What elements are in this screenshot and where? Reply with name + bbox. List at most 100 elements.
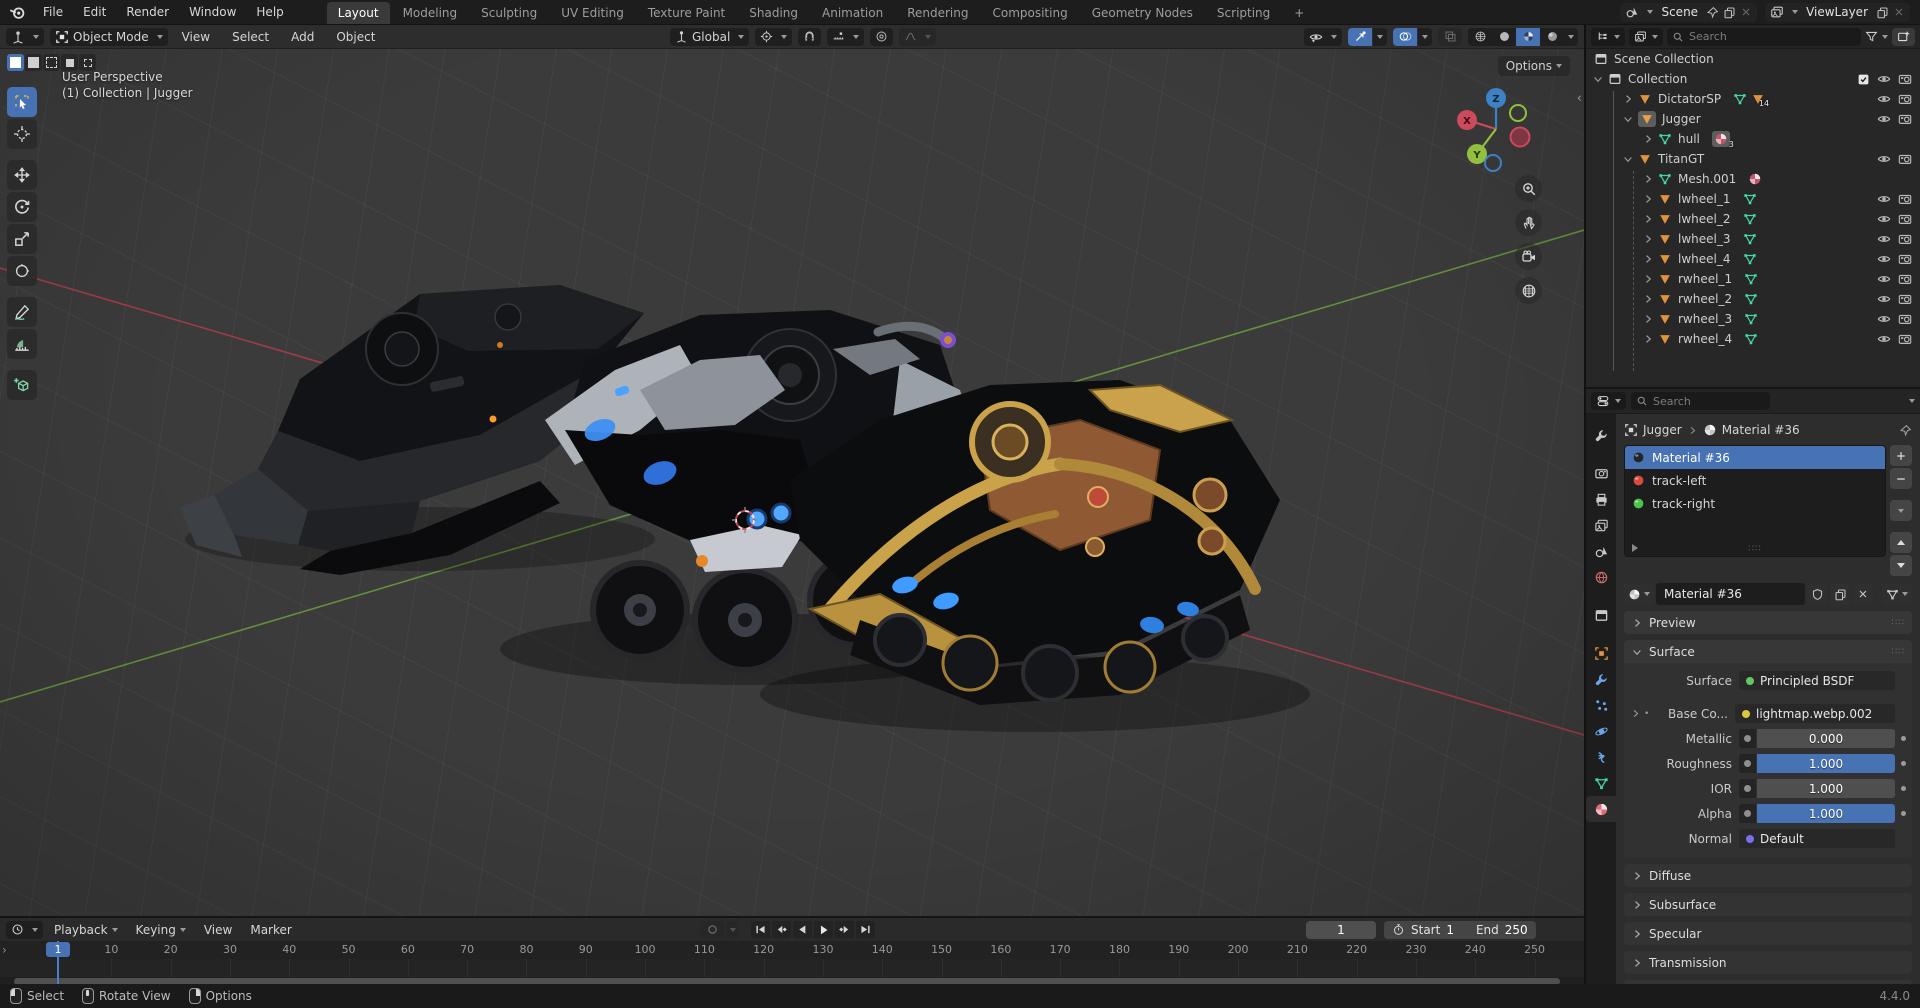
breadcrumb-object[interactable]: Jugger <box>1643 423 1682 437</box>
chevron-right-icon[interactable] <box>1642 173 1654 185</box>
workspace-tab-uv-editing[interactable]: UV Editing <box>550 2 635 24</box>
editor-type-button[interactable] <box>6 28 44 46</box>
camera-view-button[interactable] <box>1515 243 1542 270</box>
outliner-filter-mode-button[interactable] <box>1629 28 1663 46</box>
ior-slider[interactable]: 1.000 <box>1757 779 1895 798</box>
camera-visibility-icon[interactable] <box>1898 192 1912 206</box>
checkbox-checked-icon[interactable] <box>1857 73 1870 86</box>
tool-select-box[interactable] <box>7 87 37 117</box>
tab-particles[interactable] <box>1586 692 1616 718</box>
eye-icon[interactable] <box>1877 112 1891 126</box>
orientation-selector[interactable]: Global <box>670 28 749 46</box>
specular-panel-header[interactable]: Specular <box>1624 922 1912 945</box>
workspace-tab-scripting[interactable]: Scripting <box>1206 2 1281 24</box>
keyframe-dot[interactable] <box>1901 811 1906 816</box>
shading-wireframe-button[interactable] <box>1468 28 1492 46</box>
chevron-right-icon[interactable] <box>1642 273 1654 285</box>
menu-render[interactable]: Render <box>117 1 178 23</box>
properties-editor-type-button[interactable] <box>1591 392 1626 410</box>
chevron-down-icon[interactable] <box>1622 153 1634 165</box>
viewport-canvas[interactable]: User Perspective (1) Collection | Jugger… <box>0 49 1584 916</box>
tool-annotate[interactable] <box>7 297 37 327</box>
tab-world[interactable] <box>1586 564 1616 590</box>
timeline-editor-type-button[interactable] <box>6 921 43 939</box>
timeline-menu-marker[interactable]: Marker <box>243 920 298 940</box>
jump-to-start-button[interactable] <box>751 921 770 938</box>
slot-specials-button[interactable] <box>1890 500 1912 521</box>
gizmo-z-neg-axis[interactable] <box>1485 155 1501 171</box>
eye-icon[interactable] <box>1877 272 1891 286</box>
tool-move[interactable] <box>7 160 37 190</box>
surface-panel-header[interactable]: Surface ∷∷ <box>1624 640 1912 663</box>
outliner-search[interactable] <box>1667 28 1861 46</box>
chevron-right-icon[interactable] <box>1642 233 1654 245</box>
blender-logo-icon[interactable] <box>8 3 26 21</box>
metallic-slider[interactable]: 0.000 <box>1757 729 1895 748</box>
keyframe-dot[interactable] <box>1901 761 1906 766</box>
outliner-row-dictatorsp[interactable]: DictatorSP 14 <box>1586 89 1920 109</box>
eye-icon[interactable] <box>1877 72 1891 86</box>
outliner-search-input[interactable] <box>1687 29 1801 44</box>
viewport-menu-view[interactable]: View <box>174 27 218 47</box>
material-slot-active[interactable]: Material #36 <box>1625 446 1885 469</box>
falloff-button[interactable] <box>899 28 936 46</box>
tool-scale[interactable] <box>7 224 37 254</box>
subsurface-panel-header[interactable]: Subsurface <box>1624 893 1912 916</box>
viewport-menu-object[interactable]: Object <box>328 27 383 47</box>
workspace-tab-modeling[interactable]: Modeling <box>392 2 469 24</box>
mode-selector[interactable]: Object Mode <box>50 28 168 46</box>
chevron-right-icon[interactable] <box>1642 293 1654 305</box>
outliner-row-lwheel1[interactable]: lwheel_1 <box>1586 189 1920 209</box>
chevron-right-icon[interactable] <box>1642 333 1654 345</box>
camera-visibility-icon[interactable] <box>1898 212 1912 226</box>
tab-physics[interactable] <box>1586 718 1616 744</box>
eye-icon[interactable] <box>1877 252 1891 266</box>
timeline-expand-arrow[interactable]: › <box>2 943 7 957</box>
snap-toggle[interactable] <box>798 28 821 46</box>
unlink-material-button[interactable] <box>1853 583 1873 605</box>
chevron-down-icon[interactable] <box>1592 73 1604 85</box>
current-frame-badge[interactable]: 1 <box>46 942 70 957</box>
menu-help[interactable]: Help <box>247 1 292 23</box>
chevron-right-icon[interactable] <box>1622 93 1634 105</box>
shading-rendered-button[interactable] <box>1540 28 1564 46</box>
pan-button[interactable] <box>1515 209 1542 236</box>
normal-field[interactable]: Default <box>1739 829 1895 848</box>
socket-button[interactable] <box>1739 804 1756 823</box>
outliner-row-lwheel3[interactable]: lwheel_3 <box>1586 229 1920 249</box>
tool-transform[interactable] <box>7 256 37 286</box>
material-slot[interactable]: track-right <box>1625 492 1885 515</box>
socket-button[interactable] <box>1739 729 1756 748</box>
copy-icon[interactable] <box>1723 6 1736 19</box>
outliner-row-rwheel3[interactable]: rwheel_3 <box>1586 309 1920 329</box>
overlays-toggle[interactable] <box>1393 28 1417 46</box>
outliner-row-lwheel2[interactable]: lwheel_2 <box>1586 209 1920 229</box>
gizmo-y-neg-axis[interactable] <box>1510 105 1526 121</box>
select-mode-extend-button[interactable] <box>25 54 42 71</box>
keyframe-dot[interactable] <box>1901 786 1906 791</box>
outliner-row-jugger[interactable]: Jugger <box>1586 109 1920 129</box>
chevron-right-icon[interactable] <box>1642 313 1654 325</box>
tab-output[interactable] <box>1586 486 1616 512</box>
properties-search-input[interactable] <box>1651 394 1765 409</box>
camera-visibility-icon[interactable] <box>1898 292 1912 306</box>
list-resize-grip[interactable]: ∷∷ <box>1748 544 1761 554</box>
eye-icon[interactable] <box>1877 212 1891 226</box>
tab-tool[interactable] <box>1586 422 1616 448</box>
tool-measure[interactable] <box>7 329 37 359</box>
sidebar-collapse-arrow[interactable]: ‹ <box>1577 91 1582 106</box>
outliner-row-titangt[interactable]: TitanGT <box>1586 149 1920 169</box>
workspace-tab-compositing[interactable]: Compositing <box>981 2 1078 24</box>
menu-edit[interactable]: Edit <box>74 1 115 23</box>
browse-material-button[interactable] <box>1624 583 1654 605</box>
transmission-panel-header[interactable]: Transmission <box>1624 951 1912 974</box>
duplicate-material-button[interactable] <box>1830 583 1851 605</box>
pivot-point-button[interactable] <box>755 28 792 46</box>
tab-modifiers[interactable] <box>1586 666 1616 692</box>
chevron-right-icon[interactable] <box>1642 133 1654 145</box>
new-collection-button[interactable] <box>1892 28 1915 46</box>
viewport-menu-select[interactable]: Select <box>224 27 277 47</box>
menu-window[interactable]: Window <box>180 1 245 23</box>
timeline-menu-view[interactable]: View <box>197 920 239 940</box>
material-slot[interactable]: track-left <box>1625 469 1885 492</box>
